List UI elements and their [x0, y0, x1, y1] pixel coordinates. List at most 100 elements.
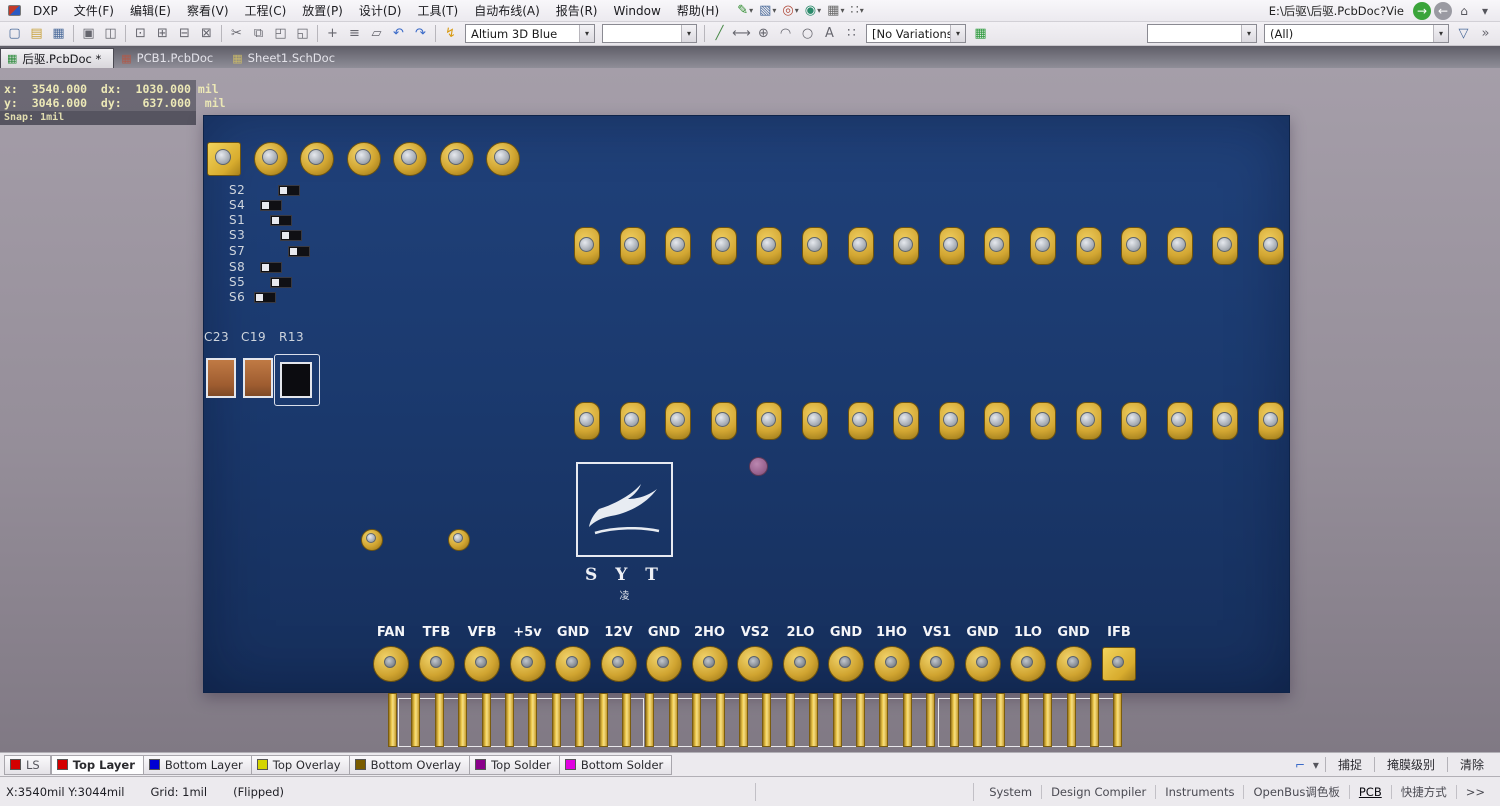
interactive-routing-icon[interactable]: ✎ ▾ [735, 2, 755, 20]
header-pad[interactable] [574, 402, 600, 440]
header-pad[interactable] [665, 227, 692, 265]
signal-pad[interactable] [373, 646, 409, 682]
smd-component[interactable] [278, 185, 300, 196]
signal-pad[interactable] [691, 646, 728, 682]
header-pad[interactable] [1212, 402, 1239, 440]
smd-component[interactable] [280, 230, 302, 241]
pcb-3d-viewport[interactable]: x: 3540.000 dx: 1030.000 mil y: 3046.000… [0, 68, 1500, 752]
origin-icon[interactable]: ⊕ [753, 24, 774, 44]
smd-component[interactable] [270, 215, 292, 226]
header-pad[interactable] [893, 402, 920, 440]
cut-icon[interactable]: ✂ [226, 24, 247, 44]
mounting-pad[interactable] [253, 142, 288, 176]
header-pad[interactable] [710, 227, 737, 265]
chevron-down-icon[interactable]: ▾ [579, 25, 594, 42]
signal-pad[interactable] [873, 646, 910, 682]
mounting-pad[interactable] [486, 142, 520, 176]
panel-button-item[interactable]: 快捷方式 [1392, 781, 1456, 803]
chevron-down-icon[interactable]: ▾ [840, 6, 844, 15]
print-icon[interactable]: ▣ [78, 24, 99, 44]
header-pad[interactable] [1030, 227, 1056, 265]
layer-tab-top-layer[interactable]: Top Layer [50, 754, 144, 775]
signal-pad[interactable] [555, 646, 591, 682]
signal-pad[interactable] [1010, 646, 1046, 682]
header-pad[interactable] [938, 402, 965, 440]
polygon-pour-icon[interactable]: ▧ ▾ [757, 2, 778, 20]
panel-button-pcb[interactable]: PCB [1350, 782, 1391, 802]
header-pad[interactable] [938, 227, 965, 265]
via-style-icon[interactable]: ◎ ▾ [780, 2, 800, 20]
redo-icon[interactable]: ↷ [410, 24, 431, 44]
panel-button-system[interactable]: System [980, 782, 1041, 802]
header-pad[interactable] [1166, 227, 1193, 265]
pcb-board[interactable]: S Y T 凌 S2 S4 S1 S3 S7 S8 S5 S6 C23 C19 R13 FAN TFB V… [203, 115, 1290, 693]
circle-icon[interactable]: ○ [797, 24, 818, 44]
header-pad[interactable] [984, 402, 1011, 440]
signal-pad[interactable] [919, 646, 955, 682]
header-pad[interactable] [802, 402, 828, 440]
document-tab-2[interactable]: ▦ PCB1.PcbDoc [115, 48, 225, 68]
signal-pad[interactable] [600, 646, 637, 682]
selection-filter-icon[interactable]: ▱ [366, 24, 387, 44]
layerbar-button-item[interactable]: 掩膜级别 [1379, 754, 1443, 775]
resistor-component[interactable] [280, 362, 312, 398]
zoom-fit-icon[interactable]: ⊡ [130, 24, 151, 44]
menu-item-5[interactable]: 放置(P) [294, 0, 351, 21]
header-pad[interactable] [665, 402, 692, 440]
zoom-area-icon[interactable]: ⊞ [152, 24, 173, 44]
chevron-down-icon[interactable]: ▾ [795, 6, 799, 15]
signal-pad[interactable] [464, 646, 500, 682]
header-pad[interactable] [619, 227, 646, 265]
paste-icon[interactable]: ◰ [270, 24, 291, 44]
mounting-pad[interactable] [300, 142, 334, 176]
signal-pad[interactable] [646, 646, 682, 682]
signal-pad[interactable] [418, 646, 455, 682]
smd-component[interactable] [260, 200, 282, 211]
menu-item-1[interactable]: 文件(F) [66, 0, 122, 21]
net-combo[interactable]: ▾ [1147, 24, 1257, 43]
header-pad[interactable] [1258, 402, 1284, 440]
menu-item-6[interactable]: 设计(D) [351, 0, 410, 21]
panel-button-item[interactable]: >> [1457, 782, 1494, 802]
text-string-icon[interactable]: A [819, 24, 840, 44]
document-tab-1[interactable]: ▦ 后驱.PcbDoc * [0, 48, 115, 68]
chevron-down-icon[interactable]: ▾ [860, 6, 864, 15]
menu-item-10[interactable]: Window [605, 2, 668, 20]
zoom-previous-icon[interactable]: ⊠ [196, 24, 217, 44]
layer-tab-bottom-overlay[interactable]: Bottom Overlay [349, 754, 471, 775]
layer-tab-top-solder[interactable]: Top Solder [470, 754, 560, 775]
new-document-icon[interactable]: ▢ [4, 24, 25, 44]
snap-grid-icon[interactable]: ∷ ▾ [848, 2, 865, 20]
array-icon[interactable]: ∷ [841, 24, 862, 44]
signal-pad[interactable] [509, 646, 546, 682]
header-pad[interactable] [756, 402, 783, 440]
layer-set-tab[interactable]: LS [4, 754, 51, 775]
panel-button-instruments[interactable]: Instruments [1156, 782, 1243, 802]
header-pad[interactable] [893, 227, 920, 265]
header-pad[interactable] [1212, 227, 1239, 265]
header-pad[interactable] [1166, 402, 1193, 440]
menu-item-9[interactable]: 报告(R) [548, 0, 606, 21]
panel-button-design-compiler[interactable]: Design Compiler [1042, 782, 1155, 802]
back-icon[interactable]: ← [1434, 1, 1452, 20]
chevron-down-icon[interactable]: ▾ [681, 25, 696, 42]
header-pad[interactable] [984, 227, 1011, 265]
signal-pad[interactable] [782, 646, 819, 682]
forward-icon[interactable]: → [1413, 1, 1431, 20]
header-pad[interactable] [1258, 227, 1284, 265]
header-pad[interactable] [756, 227, 783, 265]
panel-button-openbus[interactable]: OpenBus调色板 [1244, 781, 1348, 803]
mounting-pad[interactable] [439, 142, 474, 176]
variations-combo[interactable]: [No Variations ▾ [866, 24, 966, 43]
menu-item-8[interactable]: 自动布线(A) [466, 0, 548, 21]
print-preview-icon[interactable]: ◫ [100, 24, 121, 44]
chevron-down-icon[interactable]: ▾ [817, 6, 821, 15]
filter-icon[interactable]: ▽ [1453, 24, 1474, 44]
save-icon[interactable]: ▦ [48, 24, 69, 44]
menu-item-7[interactable]: 工具(T) [409, 0, 466, 21]
menu-item-11[interactable]: 帮助(H) [669, 0, 727, 21]
signal-pad[interactable] [737, 646, 773, 682]
header-pad[interactable] [847, 402, 874, 440]
chevron-down-icon[interactable]: ▾ [950, 25, 965, 42]
header-pad[interactable] [710, 402, 737, 440]
